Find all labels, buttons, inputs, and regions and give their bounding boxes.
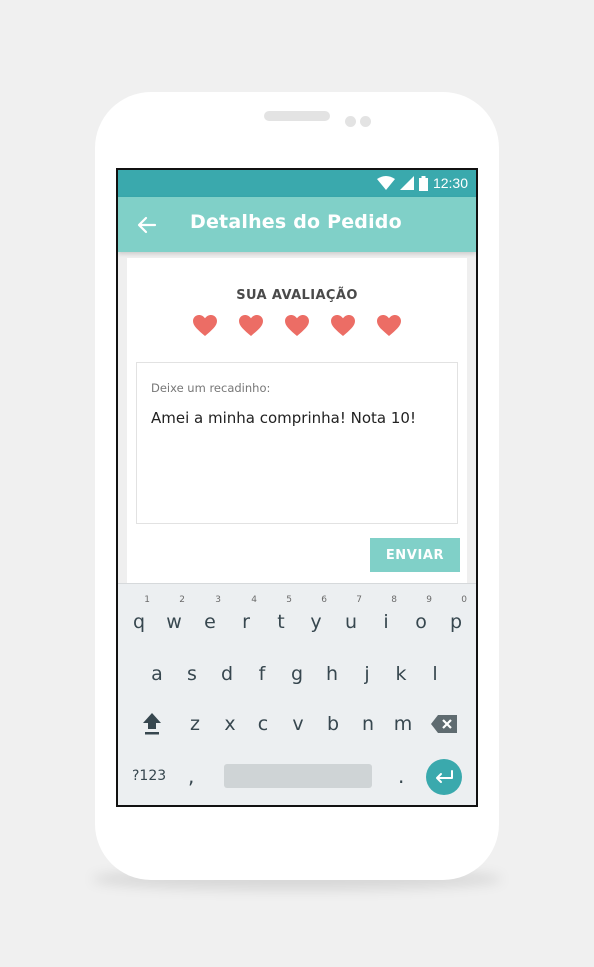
key-u[interactable]: 7u	[334, 595, 368, 642]
key-hint: 9	[426, 595, 432, 605]
key-label: e	[204, 611, 216, 633]
wifi-icon	[376, 176, 395, 190]
status-time: 12:30	[432, 175, 468, 191]
status-bar: 12:30	[118, 170, 476, 197]
key-label: q	[132, 611, 146, 633]
phone-screen: 12:30 Detalhes do Pedido SUA AVALIAÇÃO D…	[116, 168, 478, 807]
key-label: o	[415, 611, 427, 633]
backspace-icon[interactable]	[430, 714, 458, 734]
key-label: r	[242, 611, 250, 633]
comma-key[interactable]: ,	[188, 764, 194, 788]
key-h[interactable]: h	[315, 654, 349, 694]
key-r[interactable]: 4r	[229, 595, 263, 642]
key-label: i	[383, 611, 389, 633]
heart-icon[interactable]	[377, 315, 401, 337]
key-hint: 1	[144, 595, 150, 605]
key-v[interactable]: v	[281, 704, 315, 744]
key-e[interactable]: 3e	[193, 595, 227, 642]
battery-icon	[418, 175, 428, 191]
key-t[interactable]: 5t	[264, 595, 298, 642]
note-value[interactable]: Amei a minha comprinha! Nota 10!	[151, 409, 416, 427]
heart-icon[interactable]	[239, 315, 263, 337]
rating-hearts	[193, 315, 401, 337]
page-title: Detalhes do Pedido	[190, 211, 402, 233]
rating-card: SUA AVALIAÇÃO Deixe um recadinho: Amei a…	[127, 258, 467, 588]
app-bar: Detalhes do Pedido	[118, 197, 476, 252]
arrow-left-icon[interactable]	[136, 214, 158, 236]
enter-icon	[436, 770, 453, 783]
key-d[interactable]: d	[210, 654, 244, 694]
key-i[interactable]: 8i	[369, 595, 403, 642]
heart-icon[interactable]	[285, 315, 309, 337]
period-key[interactable]: .	[398, 764, 404, 788]
key-hint: 0	[461, 595, 467, 605]
key-w[interactable]: 2w	[157, 595, 191, 642]
key-hint: 7	[356, 595, 362, 605]
key-n[interactable]: n	[351, 704, 385, 744]
spacebar[interactable]	[224, 764, 372, 788]
key-o[interactable]: 9o	[404, 595, 438, 642]
key-b[interactable]: b	[316, 704, 350, 744]
key-label: p	[449, 611, 463, 633]
key-p[interactable]: 0p	[439, 595, 473, 642]
heart-icon[interactable]	[193, 315, 217, 337]
key-hint: 4	[251, 595, 257, 605]
key-hint: 6	[321, 595, 327, 605]
key-hint: 5	[286, 595, 292, 605]
soft-keyboard: 1q2w3e4r5t6y7u8i9o0p asdfghjkl zxcvbnm ?…	[118, 583, 476, 805]
shift-icon[interactable]	[140, 710, 164, 736]
note-label: Deixe um recadinho:	[151, 381, 271, 395]
phone-sensor	[345, 116, 356, 127]
send-button[interactable]: ENVIAR	[370, 538, 460, 572]
key-label: u	[344, 611, 358, 633]
key-f[interactable]: f	[245, 654, 279, 694]
rating-label: SUA AVALIAÇÃO	[236, 288, 358, 303]
key-hint: 2	[179, 595, 185, 605]
key-label: y	[310, 611, 322, 633]
key-y[interactable]: 6y	[299, 595, 333, 642]
key-s[interactable]: s	[175, 654, 209, 694]
key-m[interactable]: m	[386, 704, 420, 744]
key-x[interactable]: x	[213, 704, 247, 744]
symbols-key[interactable]: ?123	[132, 768, 166, 784]
signal-icon	[399, 176, 414, 190]
key-label: w	[166, 611, 182, 633]
key-label: t	[277, 611, 285, 633]
key-hint: 3	[215, 595, 221, 605]
key-g[interactable]: g	[280, 654, 314, 694]
heart-icon[interactable]	[331, 315, 355, 337]
phone-speaker	[264, 111, 330, 121]
key-q[interactable]: 1q	[122, 595, 156, 642]
key-c[interactable]: c	[246, 704, 280, 744]
key-j[interactable]: j	[350, 654, 384, 694]
enter-key[interactable]	[426, 759, 462, 795]
note-textarea[interactable]: Deixe um recadinho: Amei a minha comprin…	[136, 362, 458, 524]
phone-camera	[360, 116, 371, 127]
key-k[interactable]: k	[384, 654, 418, 694]
key-l[interactable]: l	[418, 654, 452, 694]
key-a[interactable]: a	[140, 654, 174, 694]
key-hint: 8	[391, 595, 397, 605]
key-z[interactable]: z	[178, 704, 212, 744]
